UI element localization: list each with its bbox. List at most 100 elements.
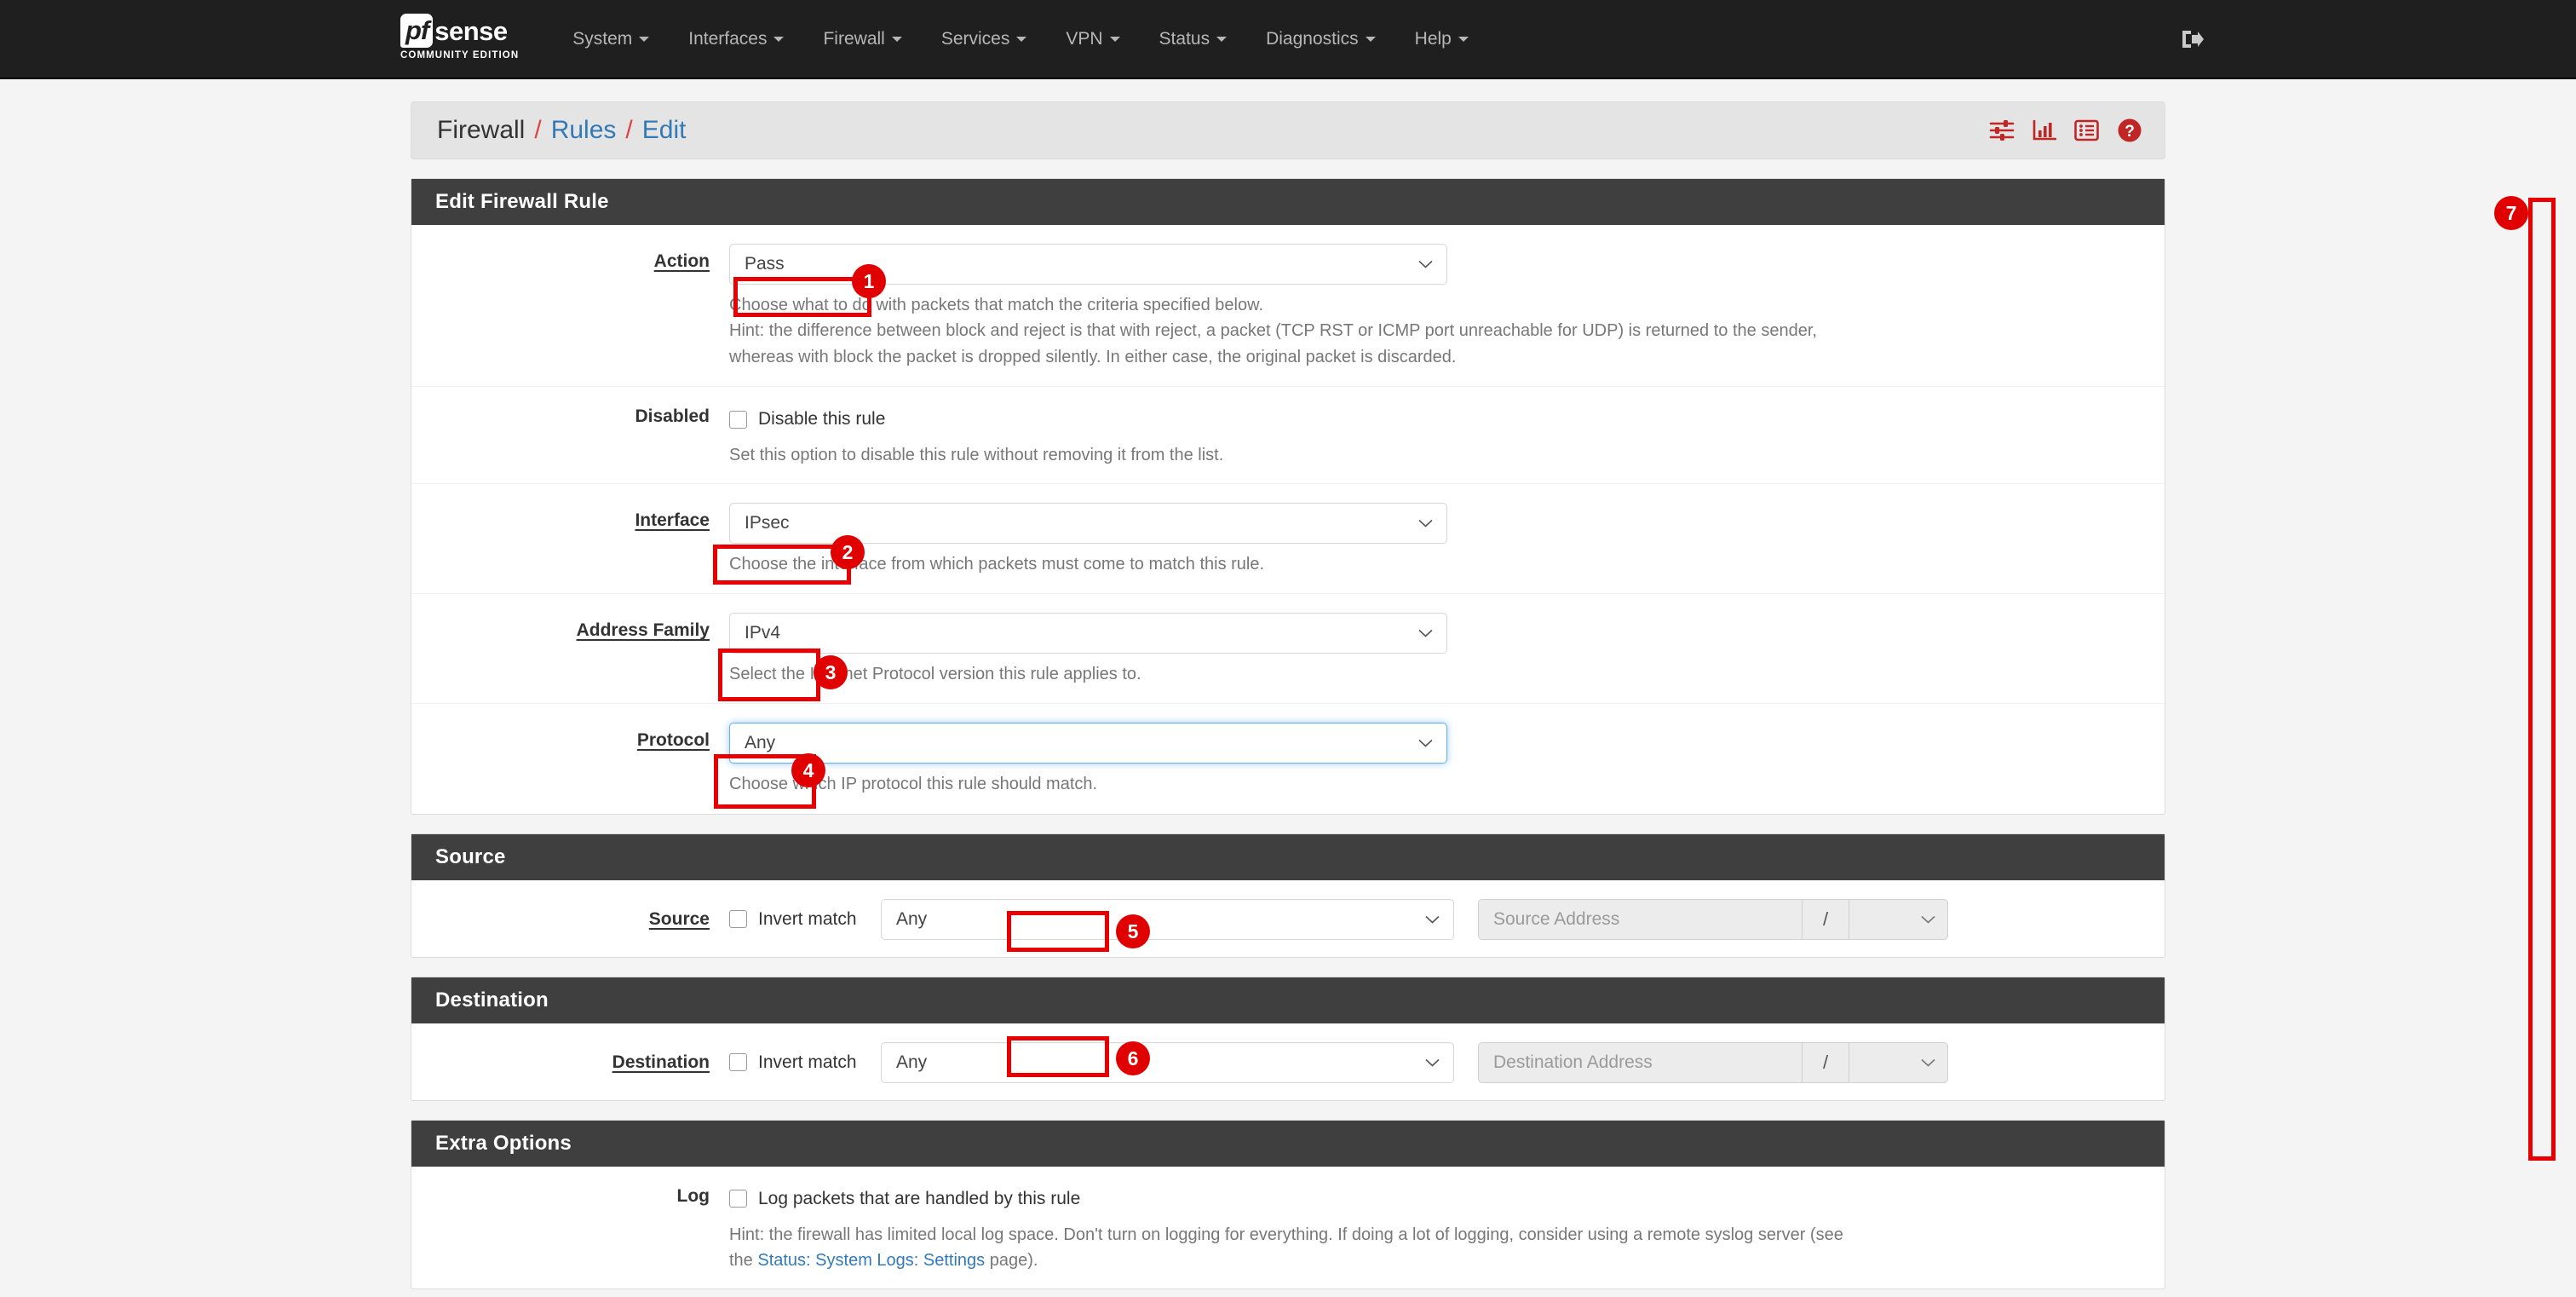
- interface-help: Choose the interface from which packets …: [729, 552, 2148, 576]
- source-invert-checkbox[interactable]: [729, 910, 747, 928]
- interface-select[interactable]: IPsec: [729, 503, 1447, 544]
- breadcrumb-separator: /: [534, 116, 541, 145]
- nav-item-status[interactable]: Status: [1140, 0, 1247, 78]
- breadcrumb-separator: /: [625, 116, 632, 145]
- breadcrumb-item-firewall: Firewall: [437, 116, 525, 145]
- protocol-label: Protocol: [637, 730, 710, 750]
- destination-address-slash: /: [1802, 1042, 1849, 1083]
- sliders-icon[interactable]: [1989, 119, 2015, 141]
- destination-type-select[interactable]: Any: [881, 1042, 1454, 1083]
- log-help-line-2: the Status: System Logs: Settings page).: [729, 1248, 2148, 1272]
- chevron-down-icon: [1110, 37, 1120, 42]
- disable-rule-checkbox-row[interactable]: Disable this rule: [729, 404, 2148, 435]
- action-help-line-1: Choose what to do with packets that matc…: [729, 293, 2148, 317]
- source-address-group: Source Address /: [1478, 899, 1948, 940]
- label-col-protocol: Protocol: [411, 723, 729, 796]
- nav-item-services[interactable]: Services: [922, 0, 1047, 78]
- destination-label: Destination: [612, 1052, 710, 1072]
- chevron-down-icon: [1418, 739, 1433, 747]
- source-address-input[interactable]: Source Address: [1478, 899, 1802, 940]
- bar-chart-icon[interactable]: [2033, 119, 2056, 141]
- source-label: Source: [649, 909, 710, 929]
- destination-address-group: Destination Address /: [1478, 1042, 1948, 1083]
- logout-button[interactable]: [2174, 20, 2211, 58]
- chevron-down-icon: [1418, 519, 1433, 527]
- destination-invert-checkbox[interactable]: [729, 1053, 747, 1071]
- nav-item-help[interactable]: Help: [1395, 0, 1488, 78]
- nav-item-firewall-label: Firewall: [823, 29, 884, 49]
- disable-rule-checkbox-label: Disable this rule: [758, 409, 885, 429]
- destination-invert-label: Invert match: [758, 1052, 857, 1073]
- extra-options-panel: Extra Options Log Log packets that are h…: [411, 1120, 2165, 1289]
- disable-rule-checkbox[interactable]: [729, 411, 747, 429]
- protocol-select-value: Any: [745, 733, 1418, 753]
- brand-sense-text: sense: [434, 18, 507, 44]
- source-type-select[interactable]: Any: [881, 899, 1454, 940]
- help-circle-icon[interactable]: ?: [2117, 118, 2142, 143]
- log-packets-checkbox-label: Log packets that are handled by this rul…: [758, 1189, 1080, 1209]
- nav-item-diagnostics-label: Diagnostics: [1266, 29, 1359, 49]
- chevron-down-icon: [1366, 37, 1376, 42]
- protocol-select[interactable]: Any: [729, 723, 1447, 764]
- form-row-interface: Interface IPsec Choose the interface fro…: [411, 484, 2165, 594]
- source-cidr-select[interactable]: [1849, 899, 1948, 940]
- top-navbar: pf sense COMMUNITY EDITION System Interf…: [0, 0, 2576, 79]
- breadcrumb: Firewall / Rules / Edit: [437, 116, 686, 145]
- brand-pf-mark: pf: [400, 14, 433, 48]
- list-icon[interactable]: [2074, 119, 2099, 141]
- logout-icon: [2180, 27, 2205, 51]
- chevron-down-icon: [1418, 260, 1433, 268]
- nav-item-interfaces[interactable]: Interfaces: [669, 0, 803, 78]
- field-col-disabled: Disable this rule Set this option to dis…: [729, 404, 2165, 467]
- nav-item-firewall[interactable]: Firewall: [803, 0, 921, 78]
- label-col-source: Source: [411, 909, 729, 930]
- chevron-down-icon: [1418, 629, 1433, 637]
- action-select[interactable]: Pass: [729, 244, 1447, 285]
- action-help-line-2: Hint: the difference between block and r…: [729, 319, 2148, 343]
- system-logs-settings-link[interactable]: Status: System Logs: Settings: [757, 1251, 985, 1270]
- log-packets-checkbox[interactable]: [729, 1190, 747, 1208]
- field-col-log: Log packets that are handled by this rul…: [729, 1184, 2165, 1273]
- header-icon-group: ?: [1989, 118, 2142, 143]
- brand-edition-text: COMMUNITY EDITION: [400, 50, 519, 61]
- source-invert-label: Invert match: [758, 909, 857, 930]
- panel-title-source: Source: [411, 834, 2165, 880]
- nav-item-diagnostics[interactable]: Diagnostics: [1246, 0, 1395, 78]
- nav-item-interfaces-label: Interfaces: [688, 29, 767, 49]
- chevron-down-icon: [1216, 37, 1227, 42]
- breadcrumb-item-rules[interactable]: Rules: [551, 116, 617, 145]
- nav-item-vpn-label: VPN: [1066, 29, 1102, 49]
- destination-invert-row[interactable]: Invert match: [729, 1052, 881, 1073]
- panel-title-edit-rule: Edit Firewall Rule: [411, 179, 2165, 225]
- form-row-source: Source Invert match Any Source Address /: [411, 880, 2165, 957]
- source-panel: Source Source Invert match Any Source Ad…: [411, 833, 2165, 958]
- form-row-protocol: Protocol Any Choose which IP protocol th…: [411, 704, 2165, 813]
- chevron-down-icon: [1458, 37, 1469, 42]
- chevron-down-icon: [1425, 915, 1440, 924]
- label-col-log: Log: [411, 1184, 729, 1273]
- address-family-select-value: IPv4: [745, 623, 1418, 643]
- source-invert-row[interactable]: Invert match: [729, 909, 881, 930]
- breadcrumb-item-edit[interactable]: Edit: [642, 116, 687, 145]
- chevron-down-icon: [1921, 915, 1935, 924]
- interface-label: Interface: [635, 510, 710, 530]
- label-col-action: Action: [411, 244, 729, 369]
- label-col-destination: Destination: [411, 1052, 729, 1073]
- pfsense-logo[interactable]: pf sense COMMUNITY EDITION: [400, 14, 519, 64]
- nav-item-system[interactable]: System: [553, 0, 669, 78]
- source-address-slash: /: [1802, 899, 1849, 940]
- address-family-select[interactable]: IPv4: [729, 613, 1447, 654]
- address-family-label: Address Family: [577, 620, 710, 640]
- log-label: Log: [677, 1186, 710, 1206]
- log-packets-checkbox-row[interactable]: Log packets that are handled by this rul…: [729, 1184, 2148, 1214]
- destination-address-input[interactable]: Destination Address: [1478, 1042, 1802, 1083]
- destination-cidr-select[interactable]: [1849, 1042, 1948, 1083]
- disabled-label: Disabled: [635, 406, 710, 426]
- chevron-down-icon: [1921, 1058, 1935, 1067]
- log-help-suffix: page).: [985, 1251, 1038, 1270]
- protocol-help: Choose which IP protocol this rule shoul…: [729, 772, 2148, 796]
- field-col-address-family: IPv4 Select the Internet Protocol versio…: [729, 613, 2165, 686]
- nav-item-system-label: System: [572, 29, 632, 49]
- nav-item-vpn[interactable]: VPN: [1046, 0, 1139, 78]
- destination-type-select-value: Any: [896, 1052, 1425, 1073]
